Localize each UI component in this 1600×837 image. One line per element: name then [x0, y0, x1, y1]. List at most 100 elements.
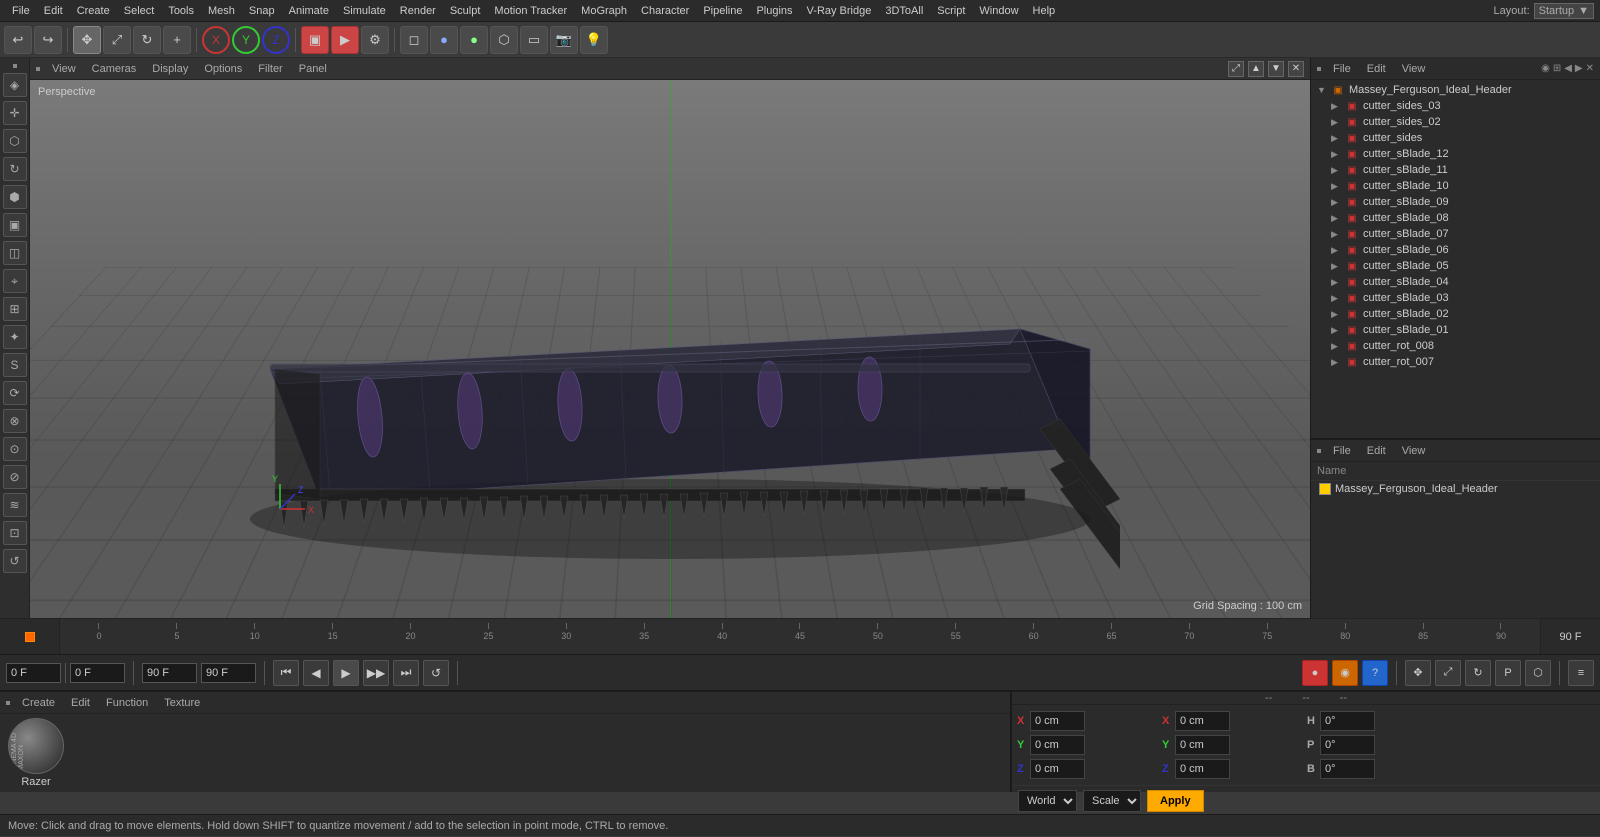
sidebar-btn-8[interactable]: ⊞: [3, 297, 27, 321]
obj-nav-file[interactable]: File: [1329, 443, 1355, 459]
param-key-button[interactable]: P: [1495, 660, 1521, 686]
viewport-down-button[interactable]: ▼: [1268, 61, 1284, 77]
scene-icon-3[interactable]: ◀: [1564, 63, 1572, 74]
scene-nav-file[interactable]: File: [1329, 61, 1355, 77]
tree-item-6[interactable]: ▶ ▣ cutter_sBlade_10: [1311, 178, 1600, 194]
psd-key-button[interactable]: ⬡: [1525, 660, 1551, 686]
menu-render[interactable]: Render: [394, 3, 442, 19]
menu-animate[interactable]: Animate: [283, 3, 335, 19]
start-frame-input[interactable]: [70, 663, 125, 683]
obj-nav-view[interactable]: View: [1398, 443, 1430, 459]
tree-item-12[interactable]: ▶ ▣ cutter_sBlade_04: [1311, 274, 1600, 290]
tree-item-10[interactable]: ▶ ▣ cutter_sBlade_06: [1311, 242, 1600, 258]
sidebar-btn-4[interactable]: ⬢: [3, 185, 27, 209]
viewport-nav-view[interactable]: View: [48, 61, 80, 77]
material-item[interactable]: MAXONCINEMA 4D Razer: [8, 718, 64, 788]
sidebar-btn-2[interactable]: ⬡: [3, 129, 27, 153]
rotate-key-button[interactable]: ↻: [1465, 660, 1491, 686]
scene-nav-view[interactable]: View: [1398, 61, 1430, 77]
menu-simulate[interactable]: Simulate: [337, 3, 392, 19]
scene-icon-4[interactable]: ▶: [1575, 63, 1583, 74]
sidebar-btn-9[interactable]: ✦: [3, 325, 27, 349]
menu-window[interactable]: Window: [973, 3, 1024, 19]
axis-y-button[interactable]: Y: [232, 26, 260, 54]
viewport-close-button[interactable]: ✕: [1288, 61, 1304, 77]
menu-snap[interactable]: Snap: [243, 3, 281, 19]
tree-item-14[interactable]: ▶ ▣ cutter_sBlade_02: [1311, 306, 1600, 322]
timeline-view-button[interactable]: ≡: [1568, 660, 1594, 686]
render-settings-button[interactable]: ⚙: [361, 26, 389, 54]
coord-z-pos[interactable]: [1030, 759, 1085, 779]
menu-plugins[interactable]: Plugins: [750, 3, 798, 19]
timeline-ruler[interactable]: 0 5 10 15 20 25 30 35 40 45 50 55 60 65 …: [60, 619, 1540, 654]
obj-nav-edit[interactable]: Edit: [1363, 443, 1390, 459]
coord-p-val[interactable]: [1320, 735, 1375, 755]
sidebar-btn-10[interactable]: S: [3, 353, 27, 377]
sidebar-btn-5[interactable]: ▣: [3, 213, 27, 237]
menu-create[interactable]: Create: [71, 3, 116, 19]
rotate-tool-button[interactable]: ↻: [133, 26, 161, 54]
mat-nav-function[interactable]: Function: [102, 695, 152, 711]
menu-select[interactable]: Select: [118, 3, 161, 19]
tree-item-1[interactable]: ▶ ▣ cutter_sides_03: [1311, 98, 1600, 114]
coord-b-val[interactable]: [1320, 759, 1375, 779]
menu-mograph[interactable]: MoGraph: [575, 3, 633, 19]
green-sphere-button[interactable]: ●: [460, 26, 488, 54]
render-view-button[interactable]: ▶: [331, 26, 359, 54]
render-region-button[interactable]: ▣: [301, 26, 329, 54]
coord-y-pos[interactable]: [1030, 735, 1085, 755]
scene-icon-2[interactable]: ⊞: [1553, 63, 1561, 74]
tree-item-4[interactable]: ▶ ▣ cutter_sBlade_12: [1311, 146, 1600, 162]
sidebar-btn-14[interactable]: ⊘: [3, 465, 27, 489]
sidebar-btn-17[interactable]: ↺: [3, 549, 27, 573]
tree-item-11[interactable]: ▶ ▣ cutter_sBlade_05: [1311, 258, 1600, 274]
help-button[interactable]: ?: [1362, 660, 1388, 686]
current-frame-input[interactable]: [6, 663, 61, 683]
viewport-maximize-button[interactable]: ⤢: [1228, 61, 1244, 77]
viewport-nav-cameras[interactable]: Cameras: [88, 61, 141, 77]
mat-nav-create[interactable]: Create: [18, 695, 59, 711]
auto-key-button[interactable]: ◉: [1332, 660, 1358, 686]
move-tool-button[interactable]: ✥: [73, 26, 101, 54]
goto-start-button[interactable]: ⏮: [273, 660, 299, 686]
add-tool-button[interactable]: +: [163, 26, 191, 54]
menu-script[interactable]: Script: [931, 3, 971, 19]
mesh-button[interactable]: ⬡: [490, 26, 518, 54]
menu-mesh[interactable]: Mesh: [202, 3, 241, 19]
sidebar-btn-3[interactable]: ↻: [3, 157, 27, 181]
camera-button[interactable]: 📷: [550, 26, 578, 54]
menu-sculpt[interactable]: Sculpt: [444, 3, 487, 19]
redo-button[interactable]: ↪: [34, 26, 62, 54]
coord-y2-pos[interactable]: [1175, 735, 1230, 755]
menu-edit[interactable]: Edit: [38, 3, 69, 19]
tree-item-root[interactable]: ▼ ▣ Massey_Ferguson_Ideal_Header: [1311, 82, 1600, 98]
sidebar-btn-13[interactable]: ⊙: [3, 437, 27, 461]
coord-h-val[interactable]: [1320, 711, 1375, 731]
move-key-button[interactable]: ✥: [1405, 660, 1431, 686]
tree-item-9[interactable]: ▶ ▣ cutter_sBlade_07: [1311, 226, 1600, 242]
sidebar-btn-1[interactable]: ✛: [3, 101, 27, 125]
layout-dropdown[interactable]: Startup ▼: [1534, 3, 1594, 19]
tree-item-5[interactable]: ▶ ▣ cutter_sBlade_11: [1311, 162, 1600, 178]
sidebar-btn-16[interactable]: ⊡: [3, 521, 27, 545]
light-button[interactable]: 💡: [580, 26, 608, 54]
scale-key-button[interactable]: ⤢: [1435, 660, 1461, 686]
scale-tool-button[interactable]: ⤢: [103, 26, 131, 54]
goto-end-button[interactable]: ⏭: [393, 660, 419, 686]
menu-3dtoall[interactable]: 3DToAll: [879, 3, 929, 19]
menu-vray[interactable]: V-Ray Bridge: [801, 3, 878, 19]
tree-item-2[interactable]: ▶ ▣ cutter_sides_02: [1311, 114, 1600, 130]
object-item-header[interactable]: Massey_Ferguson_Ideal_Header: [1311, 481, 1600, 497]
undo-button[interactable]: ↩: [4, 26, 32, 54]
scene-icon-5[interactable]: ✕: [1586, 63, 1594, 74]
scale-dropdown[interactable]: Scale: [1083, 790, 1141, 812]
coord-z2-pos[interactable]: [1175, 759, 1230, 779]
menu-pipeline[interactable]: Pipeline: [697, 3, 748, 19]
loop-button[interactable]: ↺: [423, 660, 449, 686]
plane-button[interactable]: ▭: [520, 26, 548, 54]
fast-forward-button[interactable]: ▶▶: [363, 660, 389, 686]
menu-tools[interactable]: Tools: [162, 3, 200, 19]
cube-button[interactable]: ◻: [400, 26, 428, 54]
scene-nav-edit[interactable]: Edit: [1363, 61, 1390, 77]
viewport-nav-options[interactable]: Options: [200, 61, 246, 77]
